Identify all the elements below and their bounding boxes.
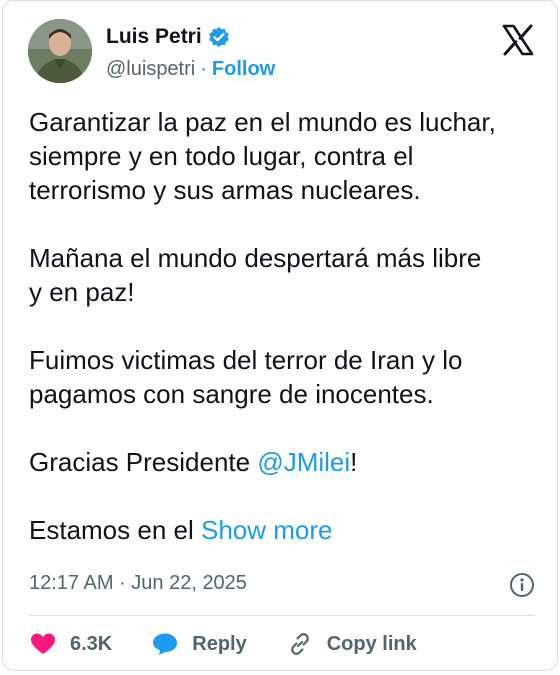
tweet-paragraph: Garantizar la paz en el mundo es luchar,…: [29, 107, 496, 205]
show-more-link[interactable]: Show more: [201, 515, 333, 545]
tweet-paragraph: Fuimos victimas del terror de Iran y lo …: [29, 345, 463, 409]
tweet-text: Garantizar la paz en el mundo es luchar,…: [29, 105, 539, 547]
handle-row: @luispetri · Follow: [106, 58, 275, 81]
author-name[interactable]: Luis Petri: [106, 25, 202, 49]
truncated-text: Estamos en el: [29, 515, 201, 545]
timestamp[interactable]: 12:17 AM · Jun 22, 2025: [29, 572, 247, 595]
mention-link[interactable]: @JMilei: [257, 447, 350, 477]
x-logo-icon[interactable]: [501, 23, 535, 57]
separator-dot: ·: [200, 58, 207, 80]
like-button[interactable]: 6.3K: [30, 632, 112, 656]
tweet-card: Luis Petri @luispetri · Follow Garantiza…: [2, 0, 558, 671]
thanks-text: Gracias Presidente: [29, 447, 258, 477]
thanks-suffix: !: [350, 447, 358, 477]
tweet-paragraph-thanks: Gracias Presidente @JMilei!: [29, 445, 539, 479]
heart-icon: [31, 633, 55, 654]
author-handle[interactable]: @luispetri: [106, 58, 195, 81]
like-count: 6.3K: [70, 632, 113, 655]
avatar[interactable]: [28, 19, 92, 83]
tweet-paragraph-truncated: Estamos en el Show more: [29, 513, 539, 547]
copy-link-button[interactable]: Copy link: [287, 631, 417, 657]
tweet-paragraph: Mañana el mundo despertará más libre y e…: [29, 243, 482, 307]
copy-link-label: Copy link: [326, 632, 417, 655]
author-name-row: Luis Petri: [106, 25, 230, 49]
avatar-photo: [28, 19, 92, 83]
action-bar: 6.3K Reply Copy link: [30, 631, 457, 657]
speech-bubble-icon: [153, 633, 178, 655]
verified-badge-icon: [208, 27, 229, 47]
reply-button[interactable]: Reply: [152, 632, 247, 656]
link-icon: [290, 633, 309, 655]
info-icon[interactable]: [509, 572, 535, 598]
divider: [29, 615, 535, 616]
reply-label: Reply: [192, 632, 247, 655]
follow-button[interactable]: Follow: [212, 58, 275, 81]
